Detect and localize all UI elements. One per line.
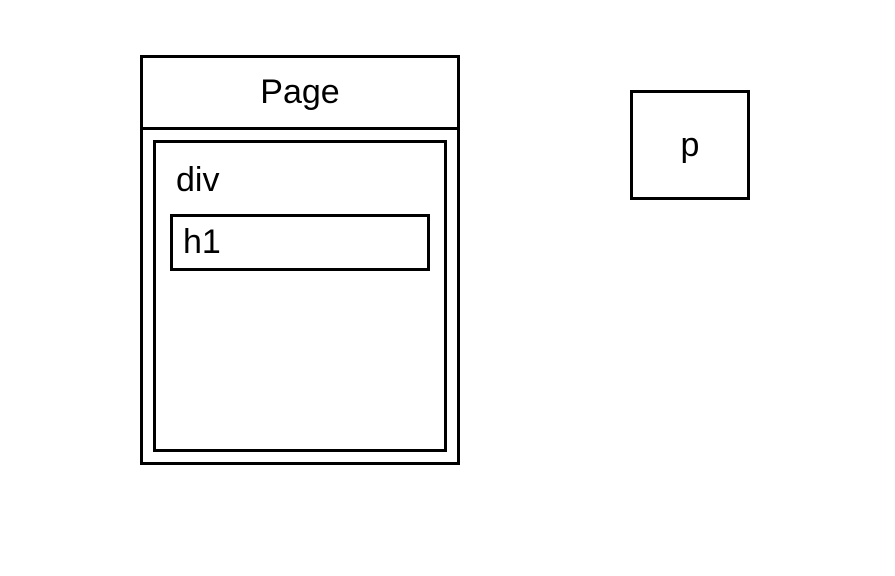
h1-label: h1 (183, 223, 221, 261)
page-header: Page (143, 58, 457, 130)
page-label: Page (260, 73, 339, 112)
page-body: div h1 (143, 130, 457, 462)
div-label: div (170, 161, 430, 200)
p-label: p (681, 126, 700, 165)
p-box: p (630, 90, 750, 200)
h1-box: h1 (170, 214, 430, 271)
div-box: div h1 (153, 140, 447, 452)
page-box: Page div h1 (140, 55, 460, 465)
